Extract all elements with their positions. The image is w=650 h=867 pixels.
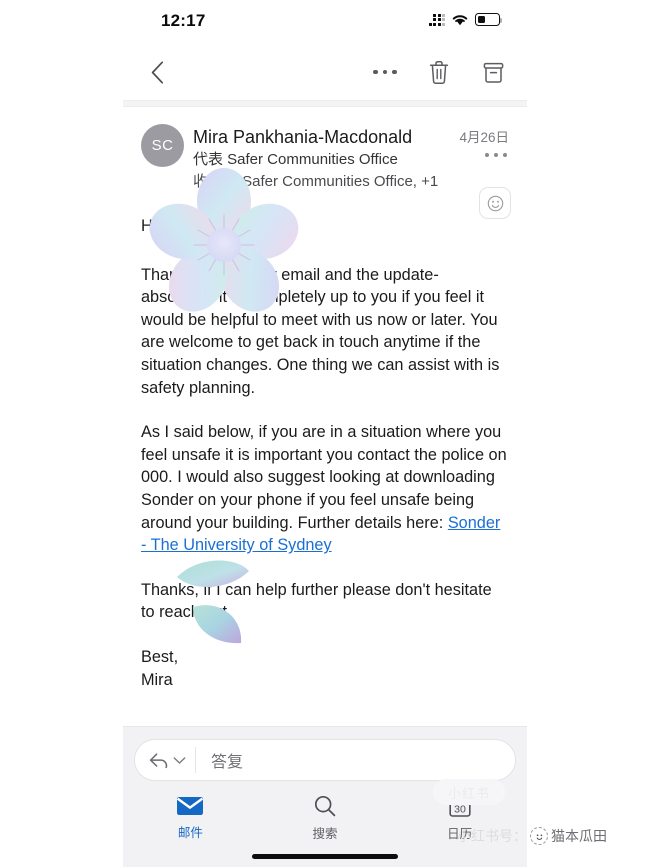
- status-icons: [428, 13, 503, 26]
- sign-off: Best,: [141, 647, 179, 666]
- recipients-line[interactable]: 收件人 Safer Communities Office, +1: [193, 171, 509, 193]
- delete-button[interactable]: [423, 54, 455, 90]
- greeting-text: Hi: [141, 217, 157, 235]
- body-paragraph-1: Thank you for your email and the update-…: [141, 265, 500, 397]
- trash-icon: [429, 60, 449, 84]
- more-options-button[interactable]: [369, 54, 401, 90]
- message-toolbar: [123, 44, 527, 100]
- archive-icon: [483, 62, 503, 83]
- smiley-face-icon: [487, 195, 503, 211]
- status-bar: 12:17: [123, 0, 527, 44]
- tab-mail-label: 邮件: [177, 826, 203, 840]
- watermark-prefix: 小红书号：: [457, 828, 527, 844]
- tab-search[interactable]: 搜索: [258, 794, 393, 842]
- sender-organization: 代表 Safer Communities Office: [193, 151, 398, 168]
- message-date: 4月26日: [459, 130, 509, 145]
- body-paragraph-3: Thanks, if I can help further please don…: [141, 580, 492, 622]
- wifi-icon: [452, 15, 468, 26]
- toolbar-actions: [369, 54, 509, 90]
- message-header: SC Mira Pankhania-Macdonald 代表 Safer Com…: [123, 107, 527, 219]
- xiaohongshu-watermark: 小红书号： 猫本瓜田: [457, 826, 607, 846]
- phone-screen: 12:17 SC Mira Pankhania-Macdonald 代表 Saf…: [123, 0, 527, 867]
- tab-mail[interactable]: 邮件: [123, 794, 258, 841]
- signature-block: Best, Mira: [141, 646, 509, 691]
- archive-button[interactable]: [477, 54, 509, 90]
- watermark-handle: 猫本瓜田: [551, 828, 607, 844]
- back-button[interactable]: [139, 54, 175, 90]
- cellular-bars-icon: [428, 13, 445, 26]
- chevron-left-icon: [151, 60, 163, 84]
- message-body: Hi Thank you for your email and the upda…: [123, 168, 527, 691]
- toolbar-divider: [123, 100, 527, 107]
- reply-input[interactable]: 答复: [196, 748, 515, 772]
- more-horizontal-icon: [485, 153, 507, 157]
- reply-box[interactable]: 答复: [134, 739, 516, 781]
- body-paragraph-2: As I said below, if you are in a situati…: [141, 421, 509, 557]
- message-more-button[interactable]: [485, 153, 507, 157]
- envelope-icon: [177, 797, 204, 815]
- avatar: SC: [141, 124, 184, 167]
- calendar-icon: 30: [449, 795, 471, 817]
- tab-search-label: 搜索: [312, 827, 338, 841]
- battery-icon: [475, 13, 503, 26]
- reply-arrow-icon: [149, 752, 168, 768]
- calendar-day-number: 30: [454, 803, 466, 815]
- search-icon: [314, 795, 336, 817]
- home-indicator: [252, 854, 398, 859]
- more-horizontal-icon: [373, 69, 397, 75]
- sign-name: Mira: [141, 670, 173, 689]
- chevron-down-icon: [173, 756, 186, 764]
- xiaohongshu-badge-icon: [530, 827, 548, 845]
- status-time: 12:17: [161, 11, 206, 30]
- reply-actions[interactable]: [135, 747, 196, 773]
